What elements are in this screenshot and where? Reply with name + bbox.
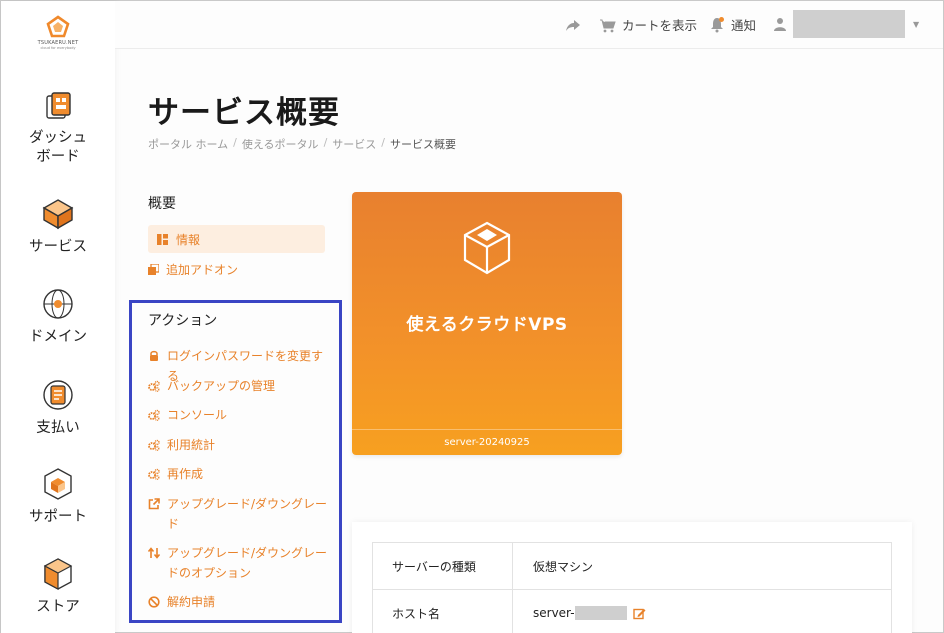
actions-heading: アクション: [148, 313, 218, 329]
user-name-redacted: [793, 10, 905, 38]
view-cart-label: カートを表示: [622, 18, 698, 33]
dashboard-icon: [46, 92, 71, 119]
sidebar-item-label: ストア: [36, 599, 80, 615]
top-header: カートを表示 通知 ▼: [115, 1, 943, 49]
action-label: 解約申請: [167, 595, 216, 609]
menu-item-info-label: 情報: [176, 232, 201, 247]
breadcrumb-portal-home[interactable]: ポータル ホーム: [148, 136, 228, 152]
hostname-label: ホスト名: [372, 589, 513, 633]
menu-item-addons-label: 追加アドオン: [166, 263, 239, 277]
sort-arrows-icon: [148, 547, 160, 559]
gears-icon: [148, 380, 160, 392]
product-box-icon: [463, 221, 511, 275]
action-label: アップグレード/ダウングレード: [167, 497, 328, 531]
edit-icon[interactable]: [633, 607, 646, 620]
service-info-table: サーバーの種類 仮想マシン ホスト名 server-: [372, 542, 892, 633]
sidebar: TSUKAERU.NET cloud for everybody ダッシュ ボー…: [1, 1, 115, 633]
view-cart-link[interactable]: カートを表示: [599, 15, 697, 34]
action-label: アップグレード/ダウングレードのオプション: [167, 546, 328, 580]
chevron-down-icon: ▼: [913, 19, 920, 29]
server-name: server-20240925: [352, 429, 622, 455]
gears-icon: [148, 468, 160, 480]
share-icon[interactable]: [565, 17, 581, 33]
sidebar-item-domain[interactable]: ドメイン: [1, 286, 115, 347]
domain-globe-icon: [43, 289, 73, 319]
breadcrumb: ポータル ホーム / 使えるポータル / サービス / サービス概要: [148, 136, 456, 152]
server-type-label: サーバーの種類: [372, 542, 513, 590]
logo[interactable]: TSUKAERU.NET cloud for everybody: [33, 15, 83, 65]
support-icon: [44, 468, 72, 500]
services-box-icon: [42, 199, 74, 230]
sidebar-item-label: ボード: [36, 149, 80, 165]
user-icon: [774, 18, 786, 31]
sidebar-item-label: ドメイン: [29, 329, 87, 345]
sidebar-item-label: 支払い: [36, 420, 80, 436]
breadcrumb-separator: /: [381, 136, 385, 149]
sidebar-item-billing[interactable]: 支払い: [1, 377, 115, 438]
logo-subtext: cloud for everybody: [40, 46, 76, 50]
sidebar-item-label: ダッシュ: [29, 130, 87, 146]
breadcrumb-current: サービス概要: [390, 138, 456, 151]
table-row: サーバーの種類 仮想マシン: [372, 542, 892, 590]
hostname-redacted: [574, 606, 627, 621]
logo-icon: [46, 15, 70, 38]
notifications-link[interactable]: 通知: [709, 15, 756, 34]
breadcrumb-separator: /: [233, 136, 237, 149]
ban-icon: [148, 596, 160, 608]
action-label: 利用統計: [167, 438, 216, 452]
action-label: 再作成: [167, 467, 204, 481]
action-usage-stats[interactable]: 利用統計: [148, 435, 333, 455]
breadcrumb-services[interactable]: サービス: [332, 136, 376, 152]
action-backup-management[interactable]: バックアップの管理: [148, 376, 333, 396]
sidebar-item-dashboard[interactable]: ダッシュ ボード: [1, 87, 115, 167]
dashboard-tile-icon: [157, 233, 168, 245]
store-icon: [43, 558, 73, 591]
table-row: ホスト名 server-: [372, 589, 892, 633]
external-link-icon: [148, 498, 160, 510]
sidebar-item-label: サービス: [29, 239, 87, 255]
sidebar-item-support[interactable]: サポート: [1, 466, 115, 527]
notifications-label: 通知: [731, 18, 757, 33]
action-label: コンソール: [167, 408, 228, 422]
product-name: 使えるクラウドVPS: [406, 315, 568, 335]
gears-icon: [148, 439, 160, 451]
addons-icon: [148, 264, 159, 275]
action-console[interactable]: コンソール: [148, 405, 333, 425]
page-title: サービス概要: [148, 95, 340, 131]
sidebar-item-label: サポート: [29, 509, 87, 525]
service-info-panel: サーバーの種類 仮想マシン ホスト名 server-: [352, 522, 912, 633]
user-menu[interactable]: ▼: [773, 10, 919, 38]
action-rebuild[interactable]: 再作成: [148, 464, 333, 484]
product-card: 使えるクラウドVPS server-20240925: [352, 192, 622, 455]
breadcrumb-portal[interactable]: 使えるポータル: [242, 136, 319, 152]
cart-icon: [600, 19, 616, 32]
breadcrumb-separator: /: [323, 136, 328, 149]
actions-panel: アクション ログインパスワードを変更する バックアップの管理 コンソール 利用統…: [129, 300, 342, 623]
action-cancellation-request[interactable]: 解約申請: [148, 592, 333, 612]
overview-heading: 概要: [148, 196, 176, 212]
billing-icon: [43, 380, 73, 410]
hostname-value: server-: [533, 605, 575, 620]
hostname-cell: server-: [512, 589, 892, 633]
server-type-value: 仮想マシン: [512, 542, 892, 590]
action-upgrade-downgrade[interactable]: アップグレード/ダウングレード: [148, 494, 333, 534]
lock-icon: [150, 350, 158, 361]
gears-icon: [148, 409, 160, 421]
action-label: バックアップの管理: [167, 379, 276, 393]
sidebar-item-store[interactable]: ストア: [1, 556, 115, 617]
menu-item-addons[interactable]: 追加アドオン: [148, 261, 238, 278]
sidebar-item-services[interactable]: サービス: [1, 196, 115, 257]
action-upgrade-downgrade-options[interactable]: アップグレード/ダウングレードのオプション: [148, 543, 333, 583]
bell-icon: [711, 17, 724, 33]
menu-item-info[interactable]: 情報: [148, 225, 325, 253]
